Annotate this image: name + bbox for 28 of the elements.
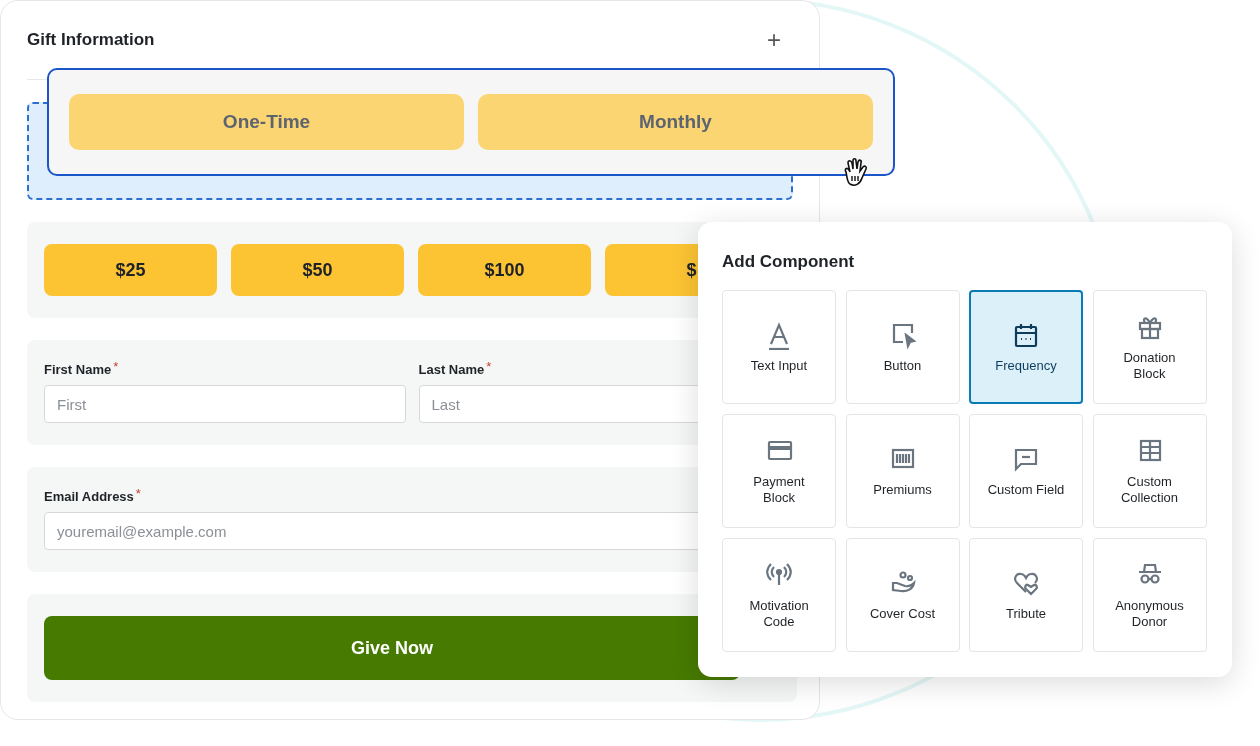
input-field[interactable]: First (44, 385, 406, 423)
component-tile[interactable]: Cover Cost (845, 538, 960, 652)
component-tile[interactable]: Button (845, 290, 960, 404)
component-tile[interactable]: Premiums (845, 414, 960, 528)
component-tile[interactable]: Frequency (969, 290, 1083, 404)
section-title: Gift Information (27, 30, 155, 50)
component-tile[interactable]: Anonymous Donor (1092, 538, 1207, 652)
field-label: Last Name (418, 362, 485, 377)
component-tile[interactable]: Payment Block (722, 414, 836, 528)
component-tile[interactable]: Tribute (969, 538, 1083, 652)
amount-button[interactable]: $50 (231, 244, 404, 296)
add-button[interactable]: + (763, 26, 785, 54)
component-tile[interactable]: Custom Collection (1092, 414, 1207, 528)
component-tile[interactable]: Motivation Code (722, 538, 836, 652)
dragged-component[interactable]: One-Time Monthly (47, 68, 895, 176)
amount-button[interactable]: $25 (44, 244, 217, 296)
component-tile[interactable]: Custom Field (969, 414, 1083, 528)
required-mark: * (486, 362, 492, 372)
frequency-option[interactable]: Monthly (478, 94, 873, 150)
give-now-button[interactable]: Give Now (44, 616, 740, 680)
amount-button[interactable]: $100 (418, 244, 591, 296)
field-label: Email Address (44, 489, 134, 504)
component-tile[interactable]: Donation Block (1092, 290, 1207, 404)
required-mark: * (113, 362, 119, 372)
required-mark: * (135, 489, 141, 499)
field-label: First Name (44, 362, 112, 377)
frequency-option[interactable]: One-Time (69, 94, 464, 150)
component-tile[interactable]: Text Input (722, 290, 836, 404)
